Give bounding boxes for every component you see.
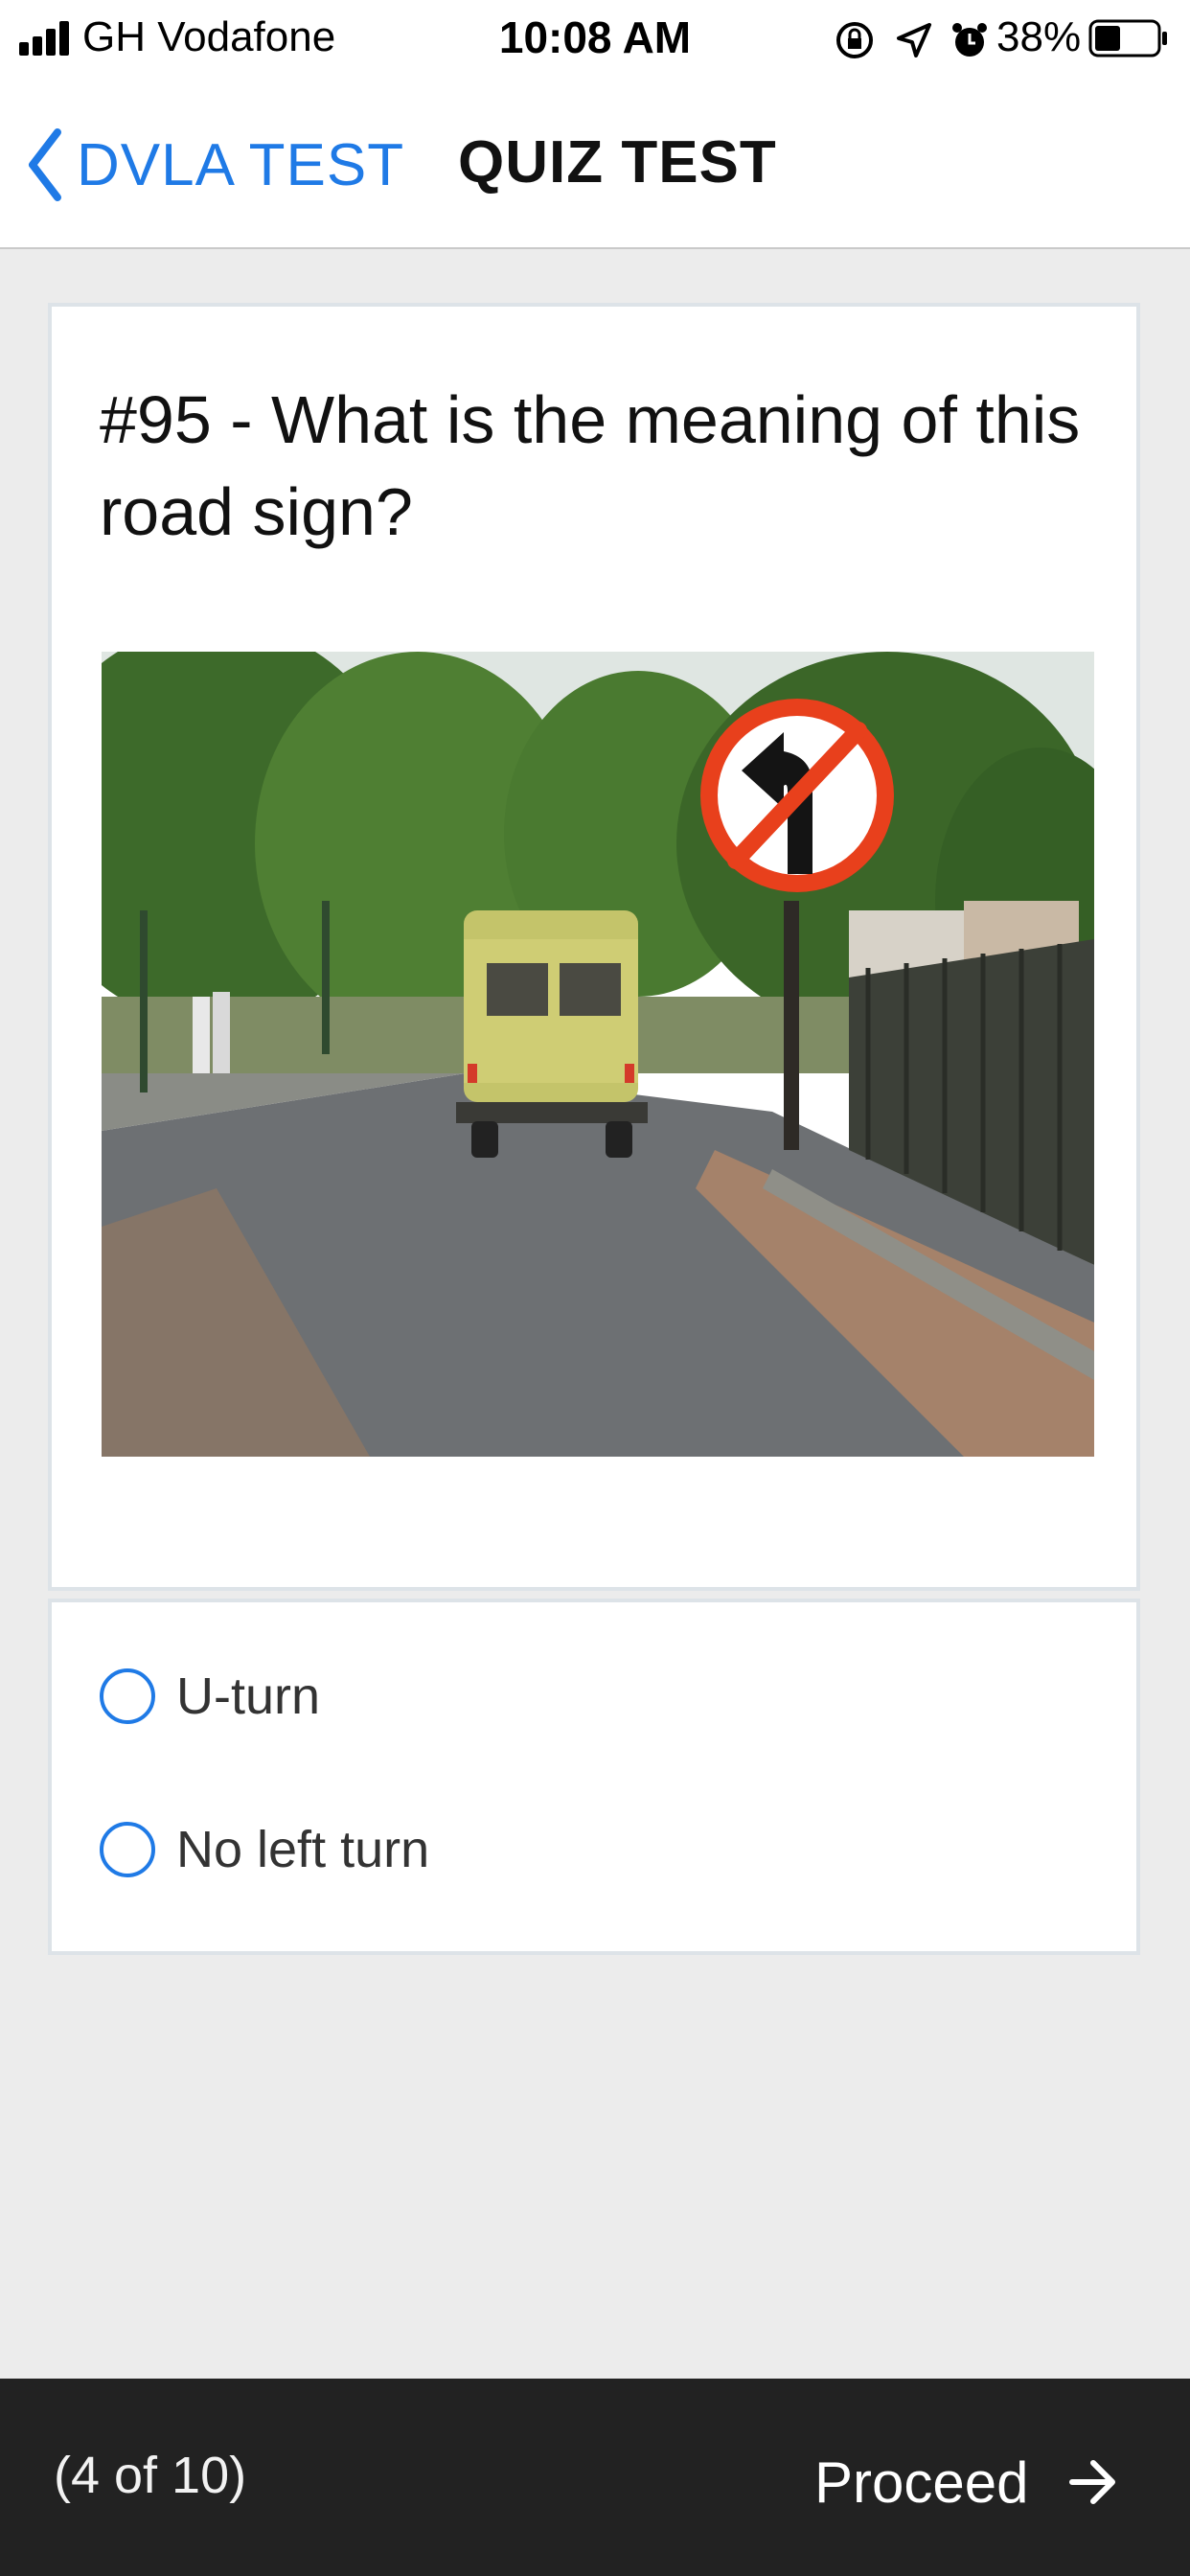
option-label: No left turn (176, 1821, 430, 1878)
radio-button[interactable] (100, 1822, 155, 1877)
question-card: #95 - What is the meaning of this road s… (48, 303, 1140, 1591)
back-label: DVLA TEST (77, 131, 405, 198)
status-icons (834, 12, 991, 69)
radio-button[interactable] (100, 1668, 155, 1724)
chevron-left-icon (29, 128, 61, 201)
answers-card: U-turn No left turn (48, 1598, 1140, 1955)
progress-indicator: (4 of 10) (54, 2447, 247, 2504)
proceed-label: Proceed (814, 2450, 1029, 2515)
battery-icon (1088, 19, 1167, 58)
no-left-turn-sign (700, 699, 894, 892)
status-bar: GH Vodafone 10:08 AM 38% (0, 0, 1190, 80)
answer-option[interactable]: No left turn (100, 1809, 429, 1890)
page-title: QUIZ TEST (458, 129, 777, 196)
battery-percent: 38% (996, 13, 1082, 60)
footer-bar: (4 of 10) Proceed (0, 2379, 1190, 2576)
navigation-bar: DVLA TEST QUIZ TEST (0, 80, 1190, 249)
back-button[interactable]: DVLA TEST (25, 126, 404, 203)
rotation-lock-icon (836, 22, 873, 58)
option-label: U-turn (176, 1668, 321, 1725)
road-sign-photo (102, 652, 1094, 1457)
proceed-button[interactable]: Proceed (814, 2434, 1120, 2530)
answer-option[interactable]: U-turn (100, 1656, 320, 1736)
location-arrow-icon (897, 23, 931, 58)
arrow-right-icon (1069, 2460, 1116, 2504)
question-text: #95 - What is the meaning of this road s… (100, 382, 1081, 549)
alarm-icon (952, 23, 987, 57)
